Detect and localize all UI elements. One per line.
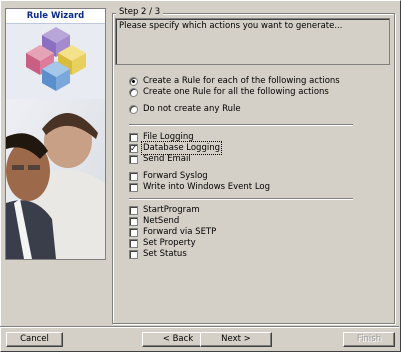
checkbox-label: StartProgram xyxy=(143,205,200,215)
checkbox-label: Database Logging xyxy=(141,141,222,155)
checkbox-set-status[interactable]: Set Status xyxy=(129,248,187,260)
checkbox-icon[interactable] xyxy=(129,227,138,237)
wizard-banner: Rule Wizard xyxy=(5,8,106,260)
step-label: Step 2 / 3 xyxy=(116,7,164,17)
radio-icon[interactable] xyxy=(129,87,138,97)
radio-selected-icon[interactable] xyxy=(129,76,138,86)
button-bar-separator xyxy=(0,326,399,328)
checkbox-label: NetSend xyxy=(143,216,180,226)
next-button[interactable]: Next > xyxy=(200,332,272,347)
checkbox-label: Write into Windows Event Log xyxy=(143,182,271,192)
checkbox-checked-icon[interactable]: ✓ xyxy=(129,143,138,153)
checkbox-label: File Logging xyxy=(143,132,194,142)
checkbox-icon[interactable] xyxy=(129,216,138,226)
checkbox-windows-event-log[interactable]: Write into Windows Event Log xyxy=(129,181,270,193)
wizard-title: Rule Wizard xyxy=(6,9,105,24)
checkbox-label: Forward Syslog xyxy=(143,171,208,181)
radio-no-rule[interactable]: Do not create any Rule xyxy=(129,103,241,115)
radio-label: Do not create any Rule xyxy=(143,104,241,114)
checkbox-icon[interactable] xyxy=(129,238,138,248)
checkbox-label: Send Email xyxy=(143,154,191,164)
radio-rule-all-actions[interactable]: Create one Rule for all the following ac… xyxy=(129,86,329,98)
finish-button[interactable]: Finish xyxy=(343,332,395,347)
people-photo-icon xyxy=(6,99,105,259)
separator xyxy=(129,198,353,200)
separator xyxy=(129,124,353,126)
checkbox-send-email[interactable]: Send Email xyxy=(129,153,191,165)
checkbox-icon[interactable] xyxy=(129,171,138,181)
checkbox-label: Set Status xyxy=(143,249,187,259)
checkbox-label: Forward via SETP xyxy=(143,227,217,237)
cubes-logo-icon xyxy=(26,27,86,91)
checkbox-icon[interactable] xyxy=(129,205,138,215)
checkbox-icon[interactable] xyxy=(129,249,138,259)
instructions-box: Please specify which actions you want to… xyxy=(115,18,390,65)
checkbox-label: Set Property xyxy=(143,238,196,248)
radio-label: Create one Rule for all the following ac… xyxy=(143,87,329,97)
radio-icon[interactable] xyxy=(129,104,138,114)
radio-label: Create a Rule for each of the following … xyxy=(143,76,340,86)
cancel-button[interactable]: Cancel xyxy=(6,332,63,347)
checkbox-icon[interactable] xyxy=(129,154,138,164)
checkbox-icon[interactable] xyxy=(129,132,138,142)
checkbox-icon[interactable] xyxy=(129,182,138,192)
